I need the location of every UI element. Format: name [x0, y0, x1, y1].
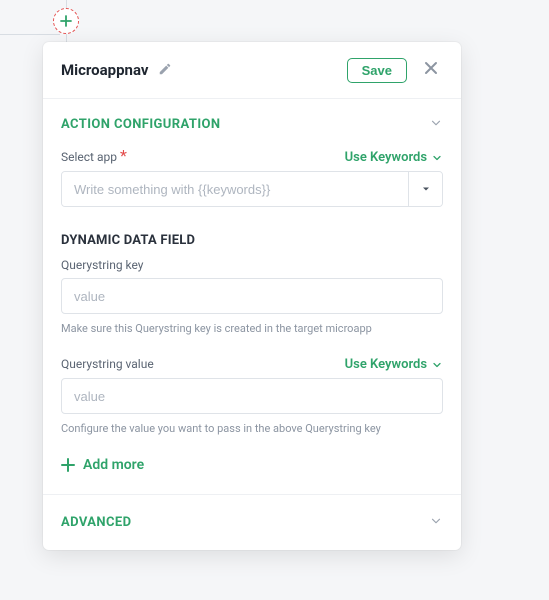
- required-asterisk: *: [120, 146, 127, 165]
- querystring-value-input[interactable]: [61, 378, 443, 414]
- select-app-label-row: Select app * Use Keywords: [61, 146, 443, 165]
- use-keywords-label: Use Keywords: [345, 357, 427, 372]
- advanced-title: ADVANCED: [61, 515, 131, 530]
- select-app-label: Select app: [61, 150, 117, 164]
- action-config-section: ACTION CONFIGURATION Select app * Use Ke…: [43, 99, 461, 494]
- querystring-value-label: Querystring value: [61, 357, 154, 371]
- panel-title: Microappnav: [61, 61, 148, 79]
- chevron-down-icon: [429, 513, 443, 532]
- chevron-down-icon: [429, 115, 443, 134]
- select-app-dropdown-button[interactable]: [408, 172, 442, 206]
- querystring-key-helper: Make sure this Querystring key is create…: [61, 322, 443, 335]
- chevron-down-icon: [431, 152, 443, 164]
- use-keywords-qs-value[interactable]: Use Keywords: [345, 357, 443, 372]
- select-app-combo: [61, 171, 443, 207]
- use-keywords-label: Use Keywords: [345, 150, 427, 165]
- advanced-header[interactable]: ADVANCED: [43, 494, 461, 550]
- add-node-button[interactable]: [53, 8, 79, 34]
- use-keywords-select-app[interactable]: Use Keywords: [345, 150, 443, 165]
- dynamic-data-heading: DYNAMIC DATA FIELD: [61, 233, 443, 248]
- save-button[interactable]: Save: [347, 58, 407, 83]
- chevron-down-icon: [431, 359, 443, 371]
- querystring-key-input[interactable]: [61, 278, 443, 314]
- action-config-header[interactable]: ACTION CONFIGURATION: [61, 99, 443, 146]
- canvas-connector-horizontal: [0, 34, 60, 35]
- edit-title-button[interactable]: [158, 61, 172, 80]
- querystring-value-helper: Configure the value you want to pass in …: [61, 422, 443, 435]
- close-icon: [423, 60, 439, 76]
- add-more-button[interactable]: Add more: [61, 457, 144, 473]
- caret-down-icon: [422, 185, 430, 193]
- select-app-input[interactable]: [62, 172, 408, 206]
- querystring-key-label: Querystring key: [61, 258, 443, 272]
- plus-icon: [61, 458, 75, 472]
- add-more-label: Add more: [83, 457, 144, 473]
- config-panel: Microappnav Save ACTION CONFIGURATION Se…: [43, 42, 461, 550]
- panel-header: Microappnav Save: [43, 42, 461, 99]
- plus-icon: [60, 15, 72, 27]
- pencil-icon: [158, 62, 172, 76]
- querystring-value-label-row: Querystring value Use Keywords: [61, 357, 443, 372]
- action-config-title: ACTION CONFIGURATION: [61, 117, 220, 132]
- close-button[interactable]: [419, 56, 443, 84]
